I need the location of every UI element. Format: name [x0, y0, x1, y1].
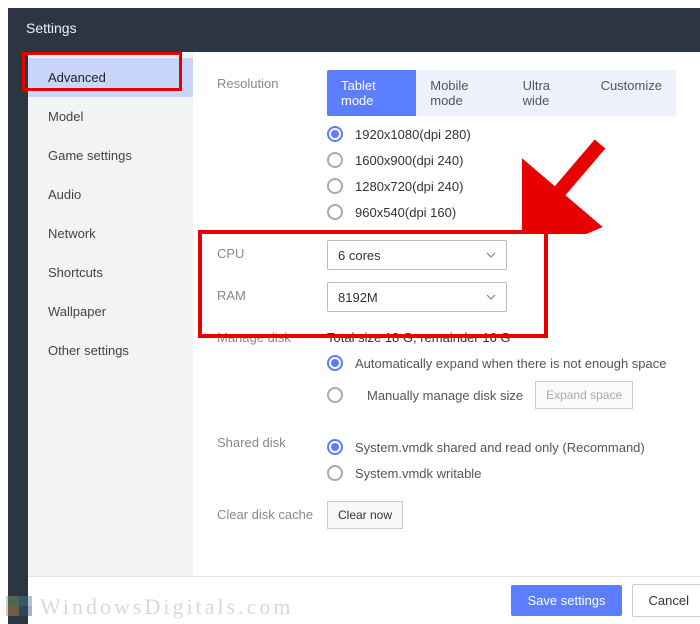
- radio-icon: [327, 126, 343, 142]
- clear-now-button[interactable]: Clear now: [327, 501, 403, 529]
- shared-disk-option-label: System.vmdk shared and read only (Recomm…: [355, 440, 645, 455]
- resolution-option-label: 1280x720(dpi 240): [355, 179, 463, 194]
- cpu-value: 6 cores: [338, 248, 381, 263]
- ram-select[interactable]: 8192M: [327, 282, 507, 312]
- shared-disk-writable[interactable]: System.vmdk writable: [327, 465, 676, 481]
- content-area: Resolution Tablet mode Mobile mode Ultra…: [193, 52, 700, 576]
- resolution-option-1280[interactable]: 1280x720(dpi 240): [327, 178, 676, 194]
- radio-icon: [327, 355, 343, 371]
- shared-disk-readonly[interactable]: System.vmdk shared and read only (Recomm…: [327, 439, 676, 455]
- clear-cache-label: Clear disk cache: [217, 501, 327, 522]
- resolution-option-label: 960x540(dpi 160): [355, 205, 456, 220]
- resolution-option-label: 1600x900(dpi 240): [355, 153, 463, 168]
- tab-tablet-mode[interactable]: Tablet mode: [327, 70, 416, 116]
- save-settings-button[interactable]: Save settings: [511, 585, 621, 616]
- sidebar-item-shortcuts[interactable]: Shortcuts: [28, 253, 193, 292]
- radio-icon: [327, 465, 343, 481]
- sidebar-item-network[interactable]: Network: [28, 214, 193, 253]
- cancel-button[interactable]: Cancel: [632, 584, 700, 617]
- resolution-option-1920[interactable]: 1920x1080(dpi 280): [327, 126, 676, 142]
- disk-option-manual[interactable]: Manually manage disk size Expand space: [327, 381, 676, 409]
- tab-ultra-wide[interactable]: Ultra wide: [509, 70, 587, 116]
- resolution-option-1600[interactable]: 1600x900(dpi 240): [327, 152, 676, 168]
- chevron-down-icon: [486, 292, 496, 302]
- window-frame: Settings Advanced Model Game settings Au…: [8, 8, 700, 624]
- sidebar-item-audio[interactable]: Audio: [28, 175, 193, 214]
- tab-customize[interactable]: Customize: [587, 70, 676, 116]
- ram-label: RAM: [217, 282, 327, 303]
- sidebar-item-other-settings[interactable]: Other settings: [28, 331, 193, 370]
- resolution-option-label: 1920x1080(dpi 280): [355, 127, 471, 142]
- radio-icon: [327, 439, 343, 455]
- sidebar-item-advanced[interactable]: Advanced: [28, 58, 193, 97]
- resolution-tabs: Tablet mode Mobile mode Ultra wide Custo…: [327, 70, 676, 116]
- sidebar: Advanced Model Game settings Audio Netwo…: [28, 52, 193, 576]
- disk-option-label: Manually manage disk size: [367, 388, 523, 403]
- radio-icon: [327, 204, 343, 220]
- radio-icon: [327, 178, 343, 194]
- manage-disk-label: Manage disk: [217, 324, 327, 345]
- disk-summary: Total size 18 G, remainder 16 G: [327, 324, 676, 345]
- sidebar-item-model[interactable]: Model: [28, 97, 193, 136]
- disk-option-auto[interactable]: Automatically expand when there is not e…: [327, 355, 676, 371]
- window-title: Settings: [8, 8, 700, 48]
- expand-space-button[interactable]: Expand space: [535, 381, 633, 409]
- resolution-option-960[interactable]: 960x540(dpi 160): [327, 204, 676, 220]
- shared-disk-label: Shared disk: [217, 429, 327, 450]
- chevron-down-icon: [486, 250, 496, 260]
- radio-icon: [327, 387, 343, 403]
- tab-mobile-mode[interactable]: Mobile mode: [416, 70, 508, 116]
- disk-option-label: Automatically expand when there is not e…: [355, 356, 666, 371]
- settings-panel: Advanced Model Game settings Audio Netwo…: [28, 52, 700, 624]
- sidebar-item-game-settings[interactable]: Game settings: [28, 136, 193, 175]
- cpu-select[interactable]: 6 cores: [327, 240, 507, 270]
- radio-icon: [327, 152, 343, 168]
- resolution-label: Resolution: [217, 70, 327, 91]
- ram-value: 8192M: [338, 290, 378, 305]
- footer: Save settings Cancel: [28, 576, 700, 624]
- shared-disk-option-label: System.vmdk writable: [355, 466, 481, 481]
- sidebar-item-wallpaper[interactable]: Wallpaper: [28, 292, 193, 331]
- cpu-label: CPU: [217, 240, 327, 261]
